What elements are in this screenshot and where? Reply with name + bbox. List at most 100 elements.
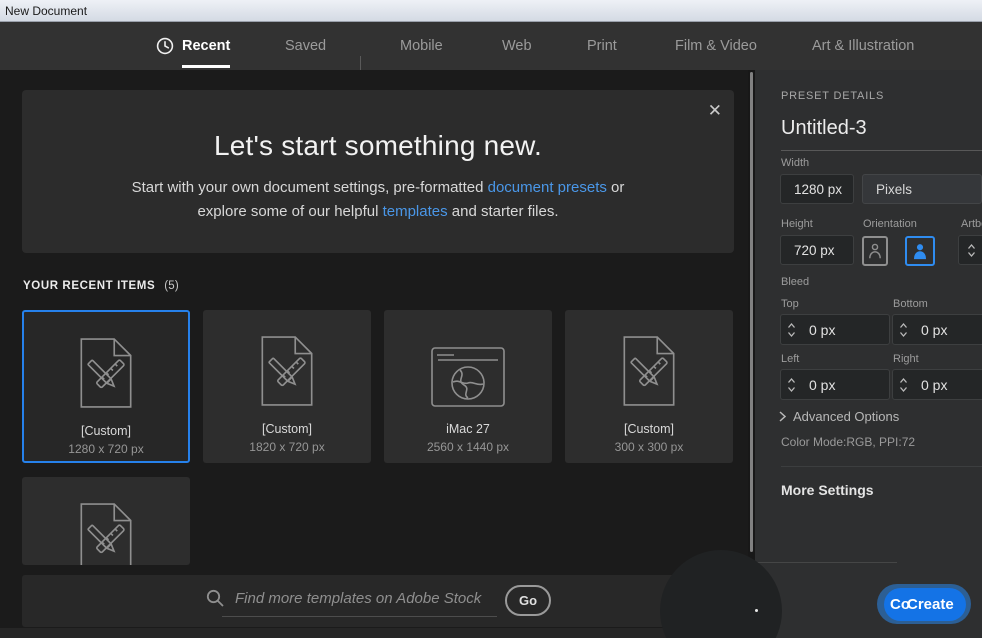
card-dimensions: 300 x 300 px xyxy=(565,440,733,454)
stepper-icons[interactable] xyxy=(781,378,801,392)
stepper-down-icon xyxy=(787,387,796,392)
document-name-underline xyxy=(781,150,982,151)
card-name: [Custom] xyxy=(203,422,371,436)
hero-text: and starter files. xyxy=(448,203,559,220)
advanced-options-label: Advanced Options xyxy=(793,409,899,424)
tab-recent[interactable]: Recent xyxy=(156,22,230,70)
units-value: Pixels xyxy=(863,182,912,197)
recent-items-heading: YOUR RECENT ITEMS (5) xyxy=(23,280,179,292)
tab-label: Mobile xyxy=(400,38,443,54)
search-input[interactable] xyxy=(235,590,495,607)
stepper-icons[interactable] xyxy=(893,323,913,337)
bleed-left-value: 0 px xyxy=(801,377,835,393)
window-title: New Document xyxy=(5,4,87,18)
document-name-field[interactable]: Untitled-3 xyxy=(781,117,867,140)
recent-item-card[interactable]: [Custom] 300 x 300 px xyxy=(565,310,733,463)
preset-details-panel: PRESET DETAILS Untitled-3 Width 1280 px … xyxy=(755,70,982,638)
width-input[interactable]: 1280 px xyxy=(780,174,854,204)
bleed-bottom-label: Bottom xyxy=(893,298,928,310)
card-dimensions: 2560 x 1440 px xyxy=(384,440,552,454)
height-input[interactable]: 720 px xyxy=(780,235,854,265)
search-underline xyxy=(222,616,497,617)
height-label: Height xyxy=(781,218,813,230)
window-titlebar: New Document xyxy=(0,0,982,22)
new-document-dialog: New Document Recent Saved Mobile Web Pri… xyxy=(0,0,982,638)
tab-saved[interactable]: Saved xyxy=(285,22,326,70)
recent-item-card[interactable]: iMac 27 2560 x 1440 px xyxy=(384,310,552,463)
stepper-icons[interactable] xyxy=(781,323,801,337)
tab-print[interactable]: Print xyxy=(587,22,617,70)
card-name: iMac 27 xyxy=(384,422,552,436)
small-dot-artifact xyxy=(755,609,758,612)
panel-bottom-divider xyxy=(755,562,897,563)
document-presets-link[interactable]: document presets xyxy=(488,179,607,196)
recent-items-count: (5) xyxy=(164,280,179,292)
stepper-up-icon xyxy=(899,378,908,383)
width-value: 1280 px xyxy=(781,182,842,197)
bleed-top-value: 0 px xyxy=(801,322,835,338)
advanced-options-toggle[interactable]: Advanced Options xyxy=(779,409,899,424)
templates-link[interactable]: templates xyxy=(383,203,448,220)
orientation-portrait-button[interactable] xyxy=(862,236,888,266)
go-button[interactable]: Go xyxy=(505,585,551,616)
stepper-up-icon xyxy=(787,323,796,328)
stepper-icons[interactable] xyxy=(893,378,913,392)
bleed-right-value: 0 px xyxy=(913,377,947,393)
hero-text: Start with your own document settings, p… xyxy=(132,179,488,196)
recent-item-card[interactable]: [Custom] 1820 x 720 px xyxy=(203,310,371,463)
tab-label: Film & Video xyxy=(675,38,757,54)
document-ruler-pencil-icon xyxy=(22,502,190,565)
chevron-right-icon xyxy=(779,411,786,422)
hero-banner: ✕ Let's start something new. Start with … xyxy=(22,90,734,253)
bleed-right-label: Right xyxy=(893,353,919,365)
tab-mobile[interactable]: Mobile xyxy=(400,22,443,70)
stepper-down-icon xyxy=(967,252,976,257)
stepper-down-icon xyxy=(787,332,796,337)
units-select[interactable]: Pixels xyxy=(862,174,982,204)
bleed-right-input[interactable]: 0 px xyxy=(892,369,982,400)
tab-web[interactable]: Web xyxy=(502,22,532,70)
preset-details-heading: PRESET DETAILS xyxy=(781,90,884,102)
orientation-landscape-button[interactable] xyxy=(905,236,935,266)
tab-film-video[interactable]: Film & Video xyxy=(675,22,757,70)
bleed-bottom-value: 0 px xyxy=(913,322,947,338)
panel-divider xyxy=(781,466,982,467)
bleed-bottom-input[interactable]: 0 px xyxy=(892,314,982,345)
stepper-down-icon xyxy=(899,387,908,392)
stepper-up-icon xyxy=(899,323,908,328)
more-settings-button[interactable]: More Settings xyxy=(781,482,874,498)
height-value: 720 px xyxy=(781,243,835,258)
recent-items-label: YOUR RECENT ITEMS xyxy=(23,280,155,292)
stepper-up-icon xyxy=(787,378,796,383)
create-button[interactable]: Co Create xyxy=(884,588,966,621)
vertical-scrollbar-thumb[interactable] xyxy=(750,72,753,552)
hero-text: or xyxy=(607,179,625,196)
orientation-label: Orientation xyxy=(863,218,917,230)
tab-label: Print xyxy=(587,38,617,54)
card-name: [Custom] xyxy=(24,424,188,438)
bottom-strip xyxy=(0,628,748,638)
tab-label: Art & Illustration xyxy=(812,38,914,54)
document-ruler-pencil-icon xyxy=(24,337,188,409)
bleed-left-input[interactable]: 0 px xyxy=(780,369,890,400)
main-content: ✕ Let's start something new. Start with … xyxy=(0,70,748,638)
stepper-up-icon xyxy=(967,244,976,249)
recent-item-card[interactable] xyxy=(22,477,190,565)
create-button-label: Create xyxy=(907,596,954,613)
bleed-label: Bleed xyxy=(781,276,809,288)
recent-item-card[interactable]: [Custom] 1280 x 720 px xyxy=(22,310,190,463)
tab-art-illustration[interactable]: Art & Illustration xyxy=(812,22,914,70)
bleed-top-label: Top xyxy=(781,298,799,310)
close-icon[interactable]: ✕ xyxy=(708,102,722,119)
hero-subtitle: Start with your own document settings, p… xyxy=(22,176,734,224)
width-label: Width xyxy=(781,157,809,169)
adobe-stock-search-bar: Go xyxy=(22,575,734,627)
artboards-stepper[interactable] xyxy=(958,235,982,265)
search-icon xyxy=(205,588,225,608)
card-name: [Custom] xyxy=(565,422,733,436)
artboards-label: Artboards xyxy=(961,218,982,230)
tab-bar: Recent Saved Mobile Web Print Film & Vid… xyxy=(0,22,982,70)
color-mode-summary: Color Mode:RGB, PPI:72 xyxy=(781,435,915,449)
bleed-left-label: Left xyxy=(781,353,799,365)
bleed-top-input[interactable]: 0 px xyxy=(780,314,890,345)
